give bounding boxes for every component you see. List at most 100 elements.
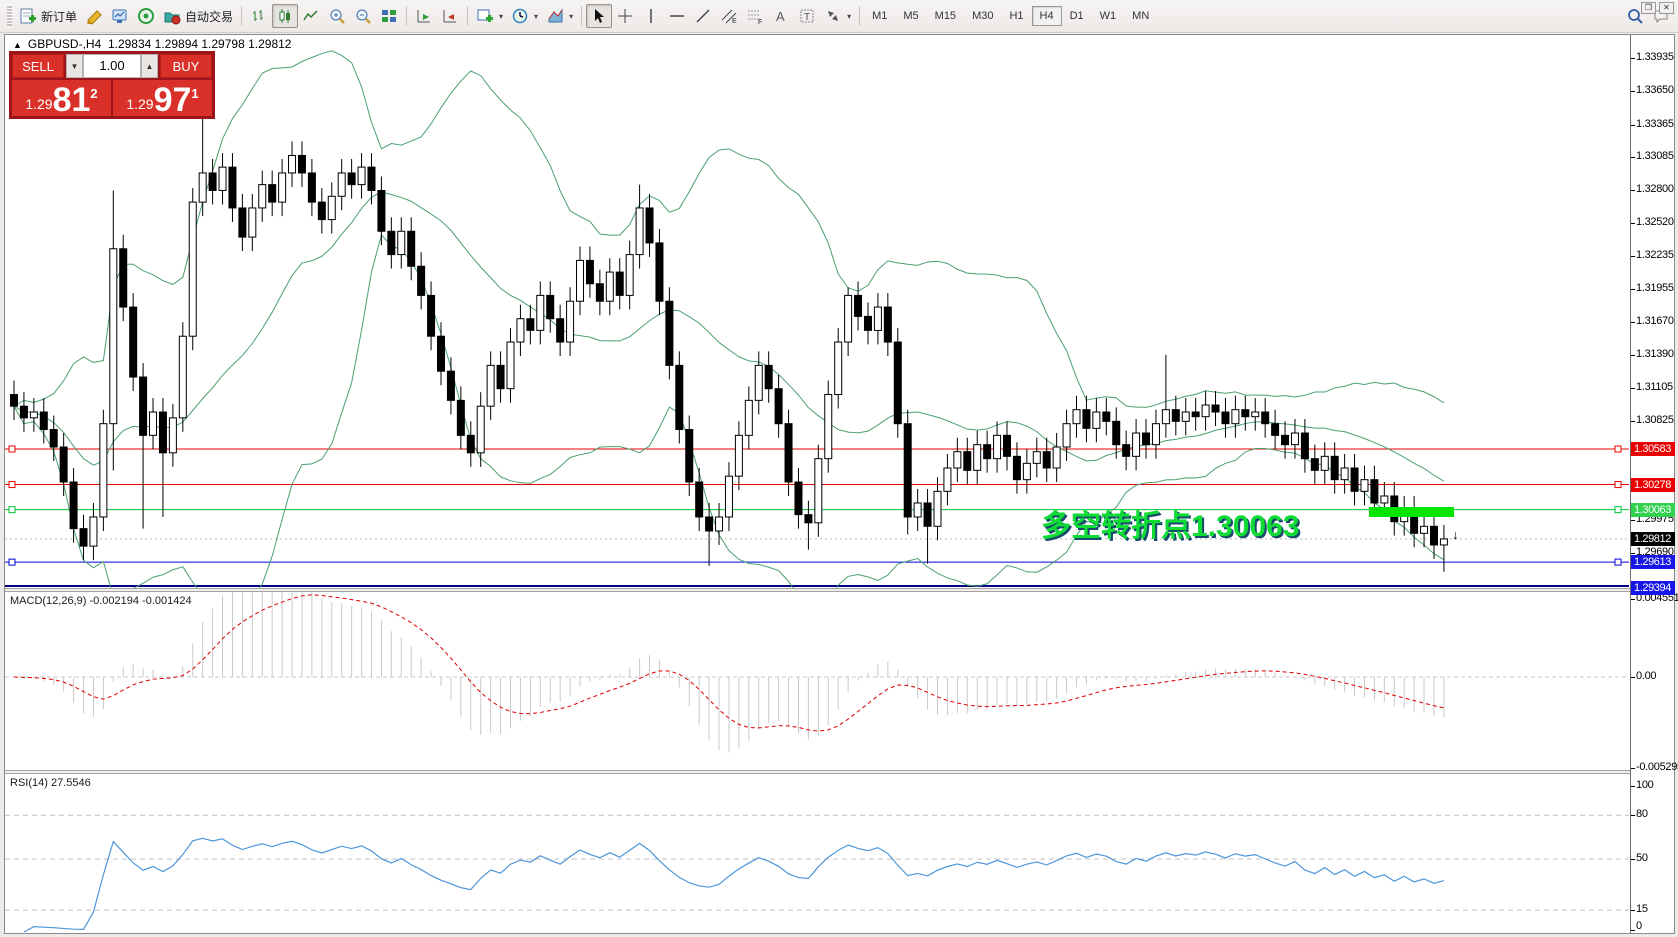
sell-button[interactable]: SELL <box>12 54 64 78</box>
text-label-tool-button[interactable]: T <box>794 4 820 28</box>
new-order-label: 新订单 <box>41 8 77 25</box>
timeframe-d1-button[interactable]: D1 <box>1062 6 1092 26</box>
candle-body <box>428 295 435 336</box>
timeframe-m15-button[interactable]: M15 <box>927 6 964 26</box>
signals-button[interactable] <box>133 4 159 28</box>
line-handle[interactable] <box>1615 482 1621 488</box>
crosshair-tool-button[interactable] <box>612 4 638 28</box>
bar-chart-button[interactable] <box>246 4 272 28</box>
text-tool-button[interactable]: A <box>768 4 794 28</box>
cursor-tool-button[interactable] <box>586 4 612 28</box>
toolbar-grip[interactable] <box>7 5 12 27</box>
line-handle[interactable] <box>1615 507 1621 513</box>
candle-body <box>418 266 425 295</box>
market-watch-button[interactable] <box>107 4 133 28</box>
rsi-tick-label: 15 <box>1636 903 1648 915</box>
price-badge: 1.29613 <box>1631 555 1675 569</box>
period-dropdown[interactable]: ▾ <box>507 4 542 28</box>
svg-text:F: F <box>758 19 762 25</box>
candlestick-chart-icon <box>276 7 294 25</box>
macd-pane[interactable]: MACD(12,26,9) -0.002194 -0.001424 <box>5 592 1629 770</box>
rsi-pane[interactable]: RSI(14) 27.5546 <box>5 774 1629 933</box>
timeframe-h4-button[interactable]: H4 <box>1032 6 1062 26</box>
arrows-dropdown[interactable]: ▾ <box>820 4 855 28</box>
candle-body <box>984 445 991 459</box>
line-handle[interactable] <box>9 507 15 513</box>
tile-windows-button[interactable] <box>376 4 402 28</box>
restore-window-button[interactable]: ❐ <box>1641 2 1656 14</box>
candle-body <box>219 167 226 190</box>
candle-body <box>656 243 663 301</box>
candle-body <box>150 412 157 435</box>
toolbar-separator <box>241 6 242 26</box>
timeframe-m5-button[interactable]: M5 <box>895 6 926 26</box>
candlestick-chart[interactable] <box>5 35 1629 588</box>
timeframe-w1-button[interactable]: W1 <box>1092 6 1125 26</box>
candle-body <box>60 447 67 482</box>
buy-price[interactable]: 1.29 97 1 <box>113 80 212 116</box>
candle-body <box>1162 410 1169 424</box>
autotrading-button[interactable]: 自动交易 <box>159 4 237 28</box>
candle-body <box>775 389 782 424</box>
vertical-line-tool-button[interactable] <box>638 4 664 28</box>
timeframe-m30-button[interactable]: M30 <box>964 6 1001 26</box>
volume-decrease-button[interactable]: ▼ <box>66 54 83 78</box>
line-handle[interactable] <box>1615 559 1621 565</box>
new-chart-dropdown[interactable]: ▾ <box>472 4 507 28</box>
candle-body <box>328 196 335 219</box>
equidistant-channel-icon: E <box>720 7 738 25</box>
candle-body <box>1023 463 1030 479</box>
svg-text:E: E <box>732 18 737 25</box>
sell-price[interactable]: 1.29 81 2 <box>12 80 111 116</box>
candle-body <box>1282 435 1289 444</box>
candlestick-chart-button[interactable] <box>272 4 298 28</box>
candle-body <box>706 517 713 531</box>
candle-body <box>408 231 415 266</box>
price-tick-label: 1.33365 <box>1636 118 1674 130</box>
axis-tick-mark <box>1631 322 1635 323</box>
volume-input[interactable]: 1.00 <box>83 54 141 78</box>
text-icon: A <box>772 7 790 25</box>
timeframe-mn-button[interactable]: MN <box>1124 6 1157 26</box>
candle-body <box>974 445 981 471</box>
zoom-in-button[interactable] <box>324 4 350 28</box>
line-handle[interactable] <box>1615 446 1621 452</box>
main-chart-pane[interactable]: ▲GBPUSD-,H4 1.29834 1.29894 1.29798 1.29… <box>5 35 1629 588</box>
axis-tick-mark <box>1631 223 1635 224</box>
metaeditor-button[interactable] <box>81 4 107 28</box>
candle-body <box>50 430 57 447</box>
chart-shift-button[interactable] <box>437 4 463 28</box>
candle-body <box>1440 539 1447 545</box>
candle-body <box>666 301 673 365</box>
collapse-arrow-icon[interactable]: ▲ <box>13 40 22 50</box>
fibonacci-tool-button[interactable]: F <box>742 4 768 28</box>
price-axis[interactable]: 1.339351.336501.333651.330851.328001.325… <box>1630 35 1674 933</box>
line-chart-button[interactable] <box>298 4 324 28</box>
close-window-button[interactable]: ✕ <box>1659 2 1674 14</box>
candle-body <box>855 295 862 316</box>
line-handle[interactable] <box>9 559 15 565</box>
timeframe-m1-button[interactable]: M1 <box>864 6 895 26</box>
candle-body <box>398 231 405 254</box>
candle-body <box>924 503 931 526</box>
candle-body <box>348 173 355 185</box>
candle-body <box>944 468 951 491</box>
horizontal-line-tool-button[interactable] <box>664 4 690 28</box>
trendline-tool-button[interactable] <box>690 4 716 28</box>
candle-body <box>1013 456 1020 479</box>
template-dropdown[interactable]: ▾ <box>542 4 577 28</box>
auto-scroll-button[interactable] <box>411 4 437 28</box>
volume-increase-button[interactable]: ▲ <box>141 54 158 78</box>
zoom-out-button[interactable] <box>350 4 376 28</box>
chart-annotation: 多空转折点1.30063 <box>1041 501 1299 545</box>
channel-tool-button[interactable]: E <box>716 4 742 28</box>
candle-body <box>1421 526 1428 533</box>
buy-button[interactable]: BUY <box>160 54 212 78</box>
line-handle[interactable] <box>9 446 15 452</box>
buy-price-main: 97 <box>154 85 192 115</box>
line-handle[interactable] <box>9 482 15 488</box>
new-order-button[interactable]: 新订单 <box>15 4 81 28</box>
timeframe-h1-button[interactable]: H1 <box>1001 6 1031 26</box>
candle-body <box>586 260 593 283</box>
candle-body <box>259 185 266 208</box>
